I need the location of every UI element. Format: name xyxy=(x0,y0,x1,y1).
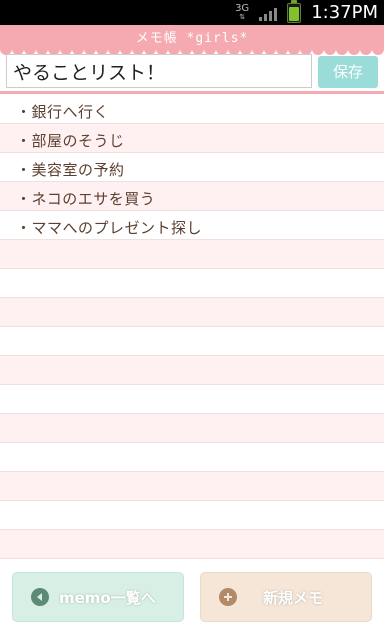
new-memo-button[interactable]: 新規メモ xyxy=(200,572,372,622)
empty-line[interactable] xyxy=(0,414,384,443)
memo-list-label: memo一覧へ xyxy=(59,588,156,607)
list-item[interactable]: ・ママへのプレゼント探し xyxy=(0,211,384,240)
list-item-text: ・ママへのプレゼント探し xyxy=(16,219,203,237)
new-memo-label: 新規メモ xyxy=(263,588,324,607)
clock: 1:37PM xyxy=(311,2,378,23)
memo-lines[interactable]: ・銀行へ行く ・部屋のそうじ ・美容室の予約 ・ネコのエサを買う ・ママへのプレ… xyxy=(0,95,384,565)
list-item-text: ・部屋のそうじ xyxy=(16,132,125,150)
status-bar: 3G ⇅ 1:37PM xyxy=(0,0,384,25)
list-item[interactable]: ・銀行へ行く xyxy=(0,95,384,124)
empty-line[interactable] xyxy=(0,443,384,472)
empty-line[interactable] xyxy=(0,356,384,385)
empty-line[interactable] xyxy=(0,530,384,559)
divider xyxy=(0,91,384,94)
plus-icon xyxy=(219,588,237,606)
battery-icon xyxy=(287,0,302,23)
empty-line[interactable] xyxy=(0,472,384,501)
list-item-text: ・ネコのエサを買う xyxy=(16,190,156,208)
back-arrow-icon xyxy=(31,588,49,606)
app-title-bar: メモ帳 *girls* xyxy=(0,25,384,49)
network-indicator: 3G ⇅ xyxy=(235,4,249,21)
memo-title-input[interactable] xyxy=(6,54,312,88)
list-item-text: ・美容室の予約 xyxy=(16,161,125,179)
network-arrows-icon: ⇅ xyxy=(239,13,246,21)
signal-icon xyxy=(259,5,278,21)
list-item[interactable]: ・ネコのエサを買う xyxy=(0,182,384,211)
list-item[interactable]: ・部屋のそうじ xyxy=(0,124,384,153)
empty-line[interactable] xyxy=(0,501,384,530)
list-item[interactable]: ・美容室の予約 xyxy=(0,153,384,182)
save-button[interactable]: 保存 xyxy=(318,56,378,88)
app-title: メモ帳 *girls* xyxy=(135,31,249,46)
memo-list-button[interactable]: memo一覧へ xyxy=(12,572,184,622)
empty-line[interactable] xyxy=(0,240,384,269)
empty-line[interactable] xyxy=(0,385,384,414)
list-item-text: ・銀行へ行く xyxy=(16,103,110,121)
empty-line[interactable] xyxy=(0,269,384,298)
bottom-bar: memo一覧へ 新規メモ xyxy=(0,566,384,640)
empty-line[interactable] xyxy=(0,298,384,327)
empty-line[interactable] xyxy=(0,327,384,356)
status-icons: 3G ⇅ 1:37PM xyxy=(235,0,378,25)
memo-title-row: 保存 xyxy=(0,52,384,92)
